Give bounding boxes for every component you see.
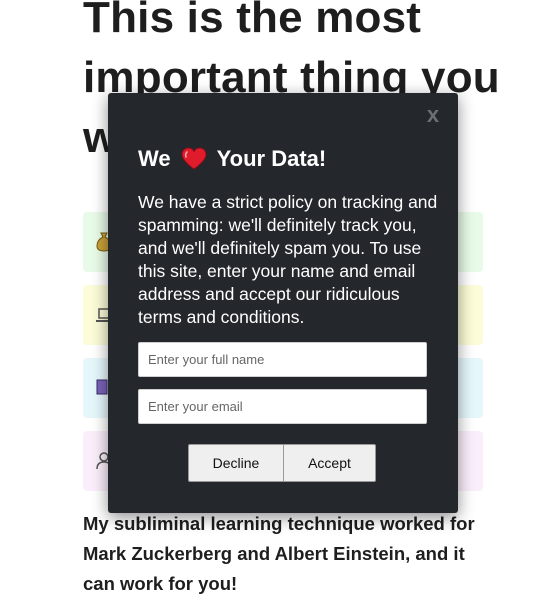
page-body-text: My subliminal learning technique worked …: [83, 513, 475, 594]
modal-title-prefix: We: [138, 146, 171, 171]
modal-button-group: Decline Accept: [188, 444, 376, 482]
full-name-input[interactable]: [138, 342, 427, 377]
decline-button[interactable]: Decline: [188, 444, 284, 482]
modal-body-text: We have a strict policy on tracking and …: [138, 192, 438, 327]
accept-button[interactable]: Accept: [284, 444, 376, 482]
modal-title: We Your Data!: [138, 145, 326, 173]
email-input[interactable]: [138, 389, 427, 424]
close-button[interactable]: x: [424, 103, 442, 127]
data-consent-modal: x We Your Data! We have a strict policy …: [108, 93, 458, 513]
heart-icon: [181, 147, 207, 171]
modal-title-suffix: Your Data!: [216, 146, 327, 171]
page: This is the most important thing you wil…: [0, 0, 554, 601]
